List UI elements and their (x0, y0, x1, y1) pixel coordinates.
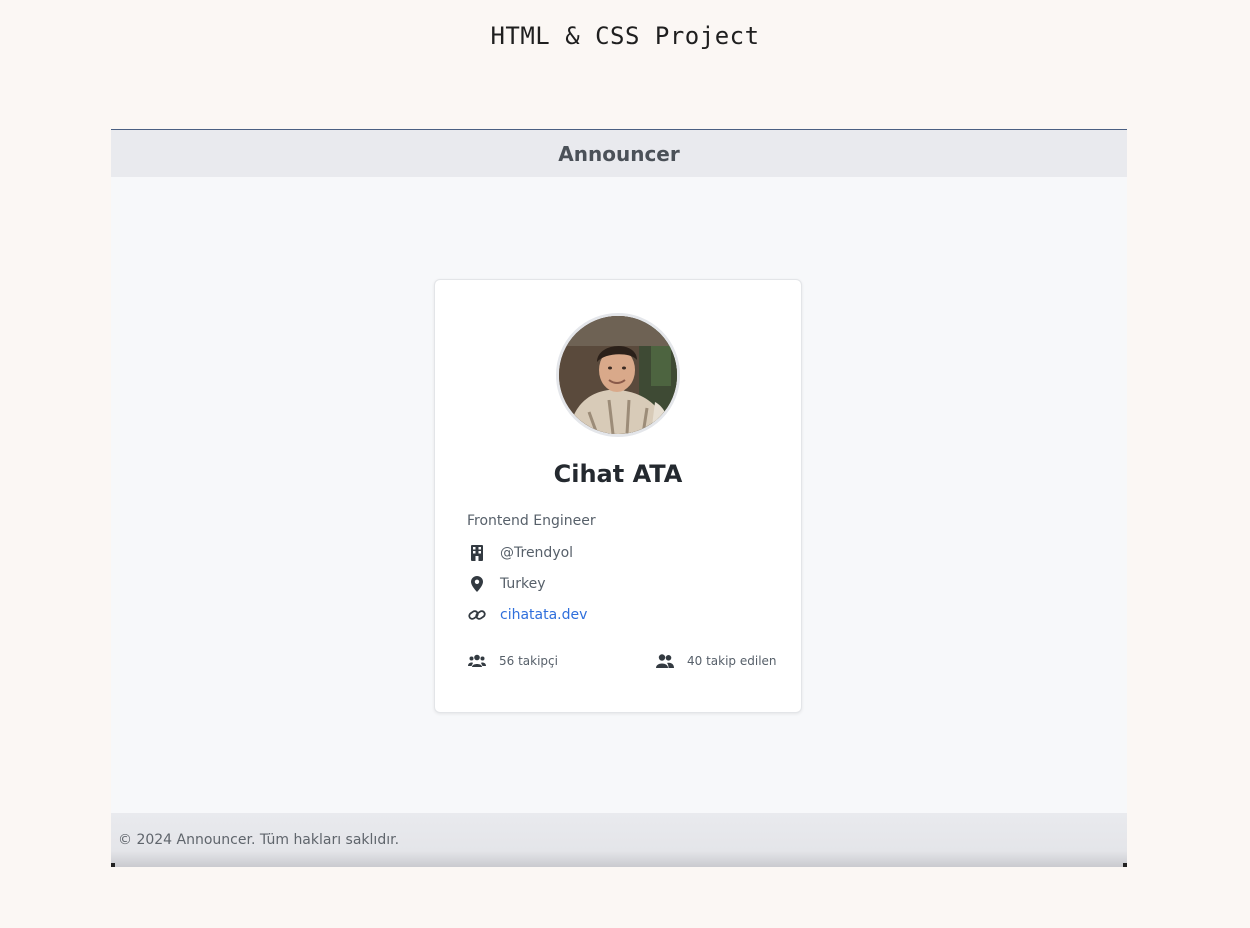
app-header: Announcer (111, 130, 1127, 177)
frame-corner-right (1123, 863, 1127, 867)
profile-location-row: Turkey (467, 574, 546, 594)
footer-copyright: © 2024 Announcer. Tüm hakları saklıdır. (118, 832, 400, 848)
following-count: 40 takip edilen (687, 654, 777, 668)
profile-website-row[interactable]: cihatata.dev (467, 605, 587, 625)
user-group-icon (655, 652, 675, 670)
app-header-title: Announcer (558, 141, 680, 166)
profile-name: Cihat ATA (553, 460, 683, 488)
app-frame: Announcer Cihat ATA Frontend Engineer @T… (111, 129, 1127, 867)
page-title: HTML & CSS Project (490, 22, 760, 50)
profile-location: Turkey (500, 576, 546, 592)
building-icon (467, 543, 487, 563)
frame-corner-left (111, 863, 115, 867)
app-footer: © 2024 Announcer. Tüm hakları saklıdır. (111, 813, 1127, 867)
following-stat[interactable]: 40 takip edilen (655, 652, 777, 670)
avatar (556, 313, 680, 437)
followers-stat[interactable]: 56 takipçi (467, 652, 558, 670)
profile-company: @Trendyol (500, 545, 574, 561)
users-icon (467, 652, 487, 670)
profile-company-row: @Trendyol (467, 543, 573, 563)
profile-card: Cihat ATA Frontend Engineer @Trendyol Tu… (434, 279, 802, 713)
profile-role: Frontend Engineer (467, 513, 596, 529)
followers-count: 56 takipçi (499, 654, 558, 668)
map-pin-icon (467, 574, 487, 594)
link-icon (467, 605, 487, 625)
avatar-photo-icon (559, 316, 677, 434)
profile-website-link[interactable]: cihatata.dev (500, 607, 587, 623)
